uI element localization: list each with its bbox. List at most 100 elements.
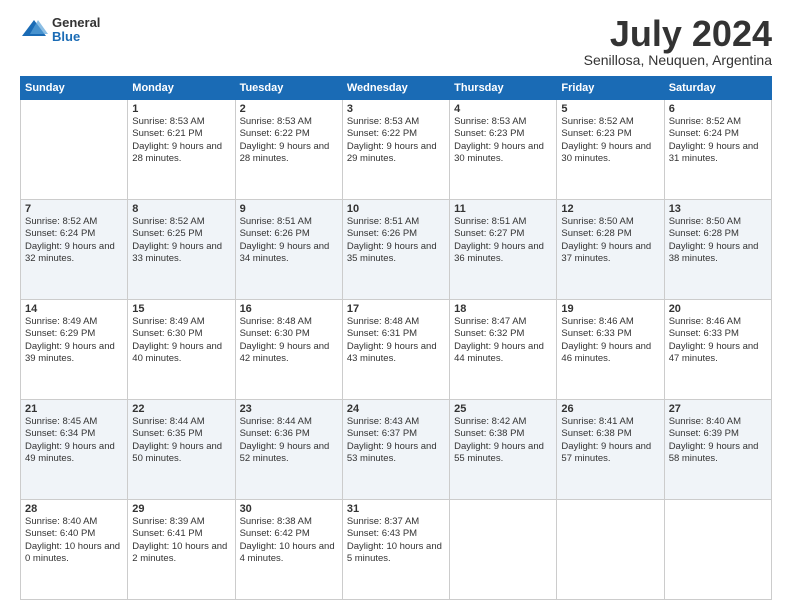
day-info: Sunrise: 8:51 AM Sunset: 6:26 PM Dayligh… [347,216,445,265]
calendar-cell-w2-d1: 7Sunrise: 8:52 AM Sunset: 6:24 PM Daylig… [21,200,128,300]
day-number: 16 [240,303,338,315]
day-number: 13 [669,203,767,215]
calendar-cell-w4-d4: 24Sunrise: 8:43 AM Sunset: 6:37 PM Dayli… [342,400,449,500]
day-info: Sunrise: 8:53 AM Sunset: 6:22 PM Dayligh… [347,116,445,165]
calendar-cell-w1-d7: 6Sunrise: 8:52 AM Sunset: 6:24 PM Daylig… [664,100,771,200]
header-monday: Monday [128,77,235,100]
day-info: Sunrise: 8:53 AM Sunset: 6:21 PM Dayligh… [132,116,230,165]
calendar-cell-w3-d6: 19Sunrise: 8:46 AM Sunset: 6:33 PM Dayli… [557,300,664,400]
day-number: 20 [669,303,767,315]
day-number: 17 [347,303,445,315]
calendar-cell-w1-d2: 1Sunrise: 8:53 AM Sunset: 6:21 PM Daylig… [128,100,235,200]
calendar-cell-w3-d4: 17Sunrise: 8:48 AM Sunset: 6:31 PM Dayli… [342,300,449,400]
title-location: Senillosa, Neuquen, Argentina [584,52,772,68]
day-number: 29 [132,503,230,515]
calendar-cell-w1-d5: 4Sunrise: 8:53 AM Sunset: 6:23 PM Daylig… [450,100,557,200]
day-info: Sunrise: 8:50 AM Sunset: 6:28 PM Dayligh… [561,216,659,265]
calendar-cell-w5-d6 [557,500,664,600]
calendar-cell-w3-d2: 15Sunrise: 8:49 AM Sunset: 6:30 PM Dayli… [128,300,235,400]
calendar-cell-w4-d3: 23Sunrise: 8:44 AM Sunset: 6:36 PM Dayli… [235,400,342,500]
day-number: 12 [561,203,659,215]
calendar-cell-w5-d1: 28Sunrise: 8:40 AM Sunset: 6:40 PM Dayli… [21,500,128,600]
day-number: 1 [132,103,230,115]
calendar-cell-w2-d3: 9Sunrise: 8:51 AM Sunset: 6:26 PM Daylig… [235,200,342,300]
day-number: 6 [669,103,767,115]
day-info: Sunrise: 8:37 AM Sunset: 6:43 PM Dayligh… [347,516,445,565]
day-number: 2 [240,103,338,115]
day-info: Sunrise: 8:53 AM Sunset: 6:22 PM Dayligh… [240,116,338,165]
logo-general-text: General [52,16,100,30]
calendar-week-5: 28Sunrise: 8:40 AM Sunset: 6:40 PM Dayli… [21,500,772,600]
day-info: Sunrise: 8:48 AM Sunset: 6:31 PM Dayligh… [347,316,445,365]
day-number: 24 [347,403,445,415]
calendar-week-2: 7Sunrise: 8:52 AM Sunset: 6:24 PM Daylig… [21,200,772,300]
logo-icon [20,16,48,44]
day-info: Sunrise: 8:40 AM Sunset: 6:39 PM Dayligh… [669,416,767,465]
page: General Blue July 2024 Senillosa, Neuque… [0,0,792,612]
day-info: Sunrise: 8:47 AM Sunset: 6:32 PM Dayligh… [454,316,552,365]
logo: General Blue [20,16,100,45]
calendar-cell-w2-d2: 8Sunrise: 8:52 AM Sunset: 6:25 PM Daylig… [128,200,235,300]
calendar-week-1: 1Sunrise: 8:53 AM Sunset: 6:21 PM Daylig… [21,100,772,200]
calendar-cell-w1-d3: 2Sunrise: 8:53 AM Sunset: 6:22 PM Daylig… [235,100,342,200]
calendar-cell-w4-d2: 22Sunrise: 8:44 AM Sunset: 6:35 PM Dayli… [128,400,235,500]
day-number: 28 [25,503,123,515]
day-info: Sunrise: 8:41 AM Sunset: 6:38 PM Dayligh… [561,416,659,465]
logo-text: General Blue [52,16,100,45]
day-number: 18 [454,303,552,315]
header: General Blue July 2024 Senillosa, Neuque… [20,16,772,68]
day-info: Sunrise: 8:49 AM Sunset: 6:30 PM Dayligh… [132,316,230,365]
calendar-week-3: 14Sunrise: 8:49 AM Sunset: 6:29 PM Dayli… [21,300,772,400]
day-number: 25 [454,403,552,415]
day-number: 14 [25,303,123,315]
day-info: Sunrise: 8:48 AM Sunset: 6:30 PM Dayligh… [240,316,338,365]
day-number: 26 [561,403,659,415]
day-info: Sunrise: 8:51 AM Sunset: 6:26 PM Dayligh… [240,216,338,265]
day-info: Sunrise: 8:44 AM Sunset: 6:36 PM Dayligh… [240,416,338,465]
day-info: Sunrise: 8:43 AM Sunset: 6:37 PM Dayligh… [347,416,445,465]
day-number: 10 [347,203,445,215]
calendar-week-4: 21Sunrise: 8:45 AM Sunset: 6:34 PM Dayli… [21,400,772,500]
day-info: Sunrise: 8:50 AM Sunset: 6:28 PM Dayligh… [669,216,767,265]
day-info: Sunrise: 8:45 AM Sunset: 6:34 PM Dayligh… [25,416,123,465]
day-info: Sunrise: 8:44 AM Sunset: 6:35 PM Dayligh… [132,416,230,465]
calendar-cell-w5-d7 [664,500,771,600]
day-number: 5 [561,103,659,115]
day-number: 30 [240,503,338,515]
day-info: Sunrise: 8:38 AM Sunset: 6:42 PM Dayligh… [240,516,338,565]
day-info: Sunrise: 8:53 AM Sunset: 6:23 PM Dayligh… [454,116,552,165]
day-info: Sunrise: 8:46 AM Sunset: 6:33 PM Dayligh… [669,316,767,365]
calendar-cell-w1-d4: 3Sunrise: 8:53 AM Sunset: 6:22 PM Daylig… [342,100,449,200]
calendar-cell-w4-d5: 25Sunrise: 8:42 AM Sunset: 6:38 PM Dayli… [450,400,557,500]
day-number: 15 [132,303,230,315]
logo-blue-text: Blue [52,30,100,44]
day-info: Sunrise: 8:46 AM Sunset: 6:33 PM Dayligh… [561,316,659,365]
calendar-cell-w3-d5: 18Sunrise: 8:47 AM Sunset: 6:32 PM Dayli… [450,300,557,400]
day-info: Sunrise: 8:52 AM Sunset: 6:24 PM Dayligh… [25,216,123,265]
calendar-table: Sunday Monday Tuesday Wednesday Thursday… [20,76,772,600]
calendar-cell-w5-d4: 31Sunrise: 8:37 AM Sunset: 6:43 PM Dayli… [342,500,449,600]
title-month: July 2024 [584,16,772,52]
day-info: Sunrise: 8:40 AM Sunset: 6:40 PM Dayligh… [25,516,123,565]
day-number: 11 [454,203,552,215]
calendar-cell-w1-d1 [21,100,128,200]
calendar-cell-w2-d6: 12Sunrise: 8:50 AM Sunset: 6:28 PM Dayli… [557,200,664,300]
day-number: 23 [240,403,338,415]
day-number: 22 [132,403,230,415]
calendar-cell-w3-d3: 16Sunrise: 8:48 AM Sunset: 6:30 PM Dayli… [235,300,342,400]
day-number: 27 [669,403,767,415]
day-number: 9 [240,203,338,215]
day-number: 3 [347,103,445,115]
day-info: Sunrise: 8:52 AM Sunset: 6:23 PM Dayligh… [561,116,659,165]
header-thursday: Thursday [450,77,557,100]
day-number: 31 [347,503,445,515]
calendar-cell-w3-d1: 14Sunrise: 8:49 AM Sunset: 6:29 PM Dayli… [21,300,128,400]
calendar-cell-w5-d2: 29Sunrise: 8:39 AM Sunset: 6:41 PM Dayli… [128,500,235,600]
calendar-cell-w1-d6: 5Sunrise: 8:52 AM Sunset: 6:23 PM Daylig… [557,100,664,200]
day-info: Sunrise: 8:51 AM Sunset: 6:27 PM Dayligh… [454,216,552,265]
calendar-cell-w5-d3: 30Sunrise: 8:38 AM Sunset: 6:42 PM Dayli… [235,500,342,600]
day-info: Sunrise: 8:39 AM Sunset: 6:41 PM Dayligh… [132,516,230,565]
day-info: Sunrise: 8:52 AM Sunset: 6:25 PM Dayligh… [132,216,230,265]
calendar-cell-w2-d4: 10Sunrise: 8:51 AM Sunset: 6:26 PM Dayli… [342,200,449,300]
calendar-cell-w4-d1: 21Sunrise: 8:45 AM Sunset: 6:34 PM Dayli… [21,400,128,500]
